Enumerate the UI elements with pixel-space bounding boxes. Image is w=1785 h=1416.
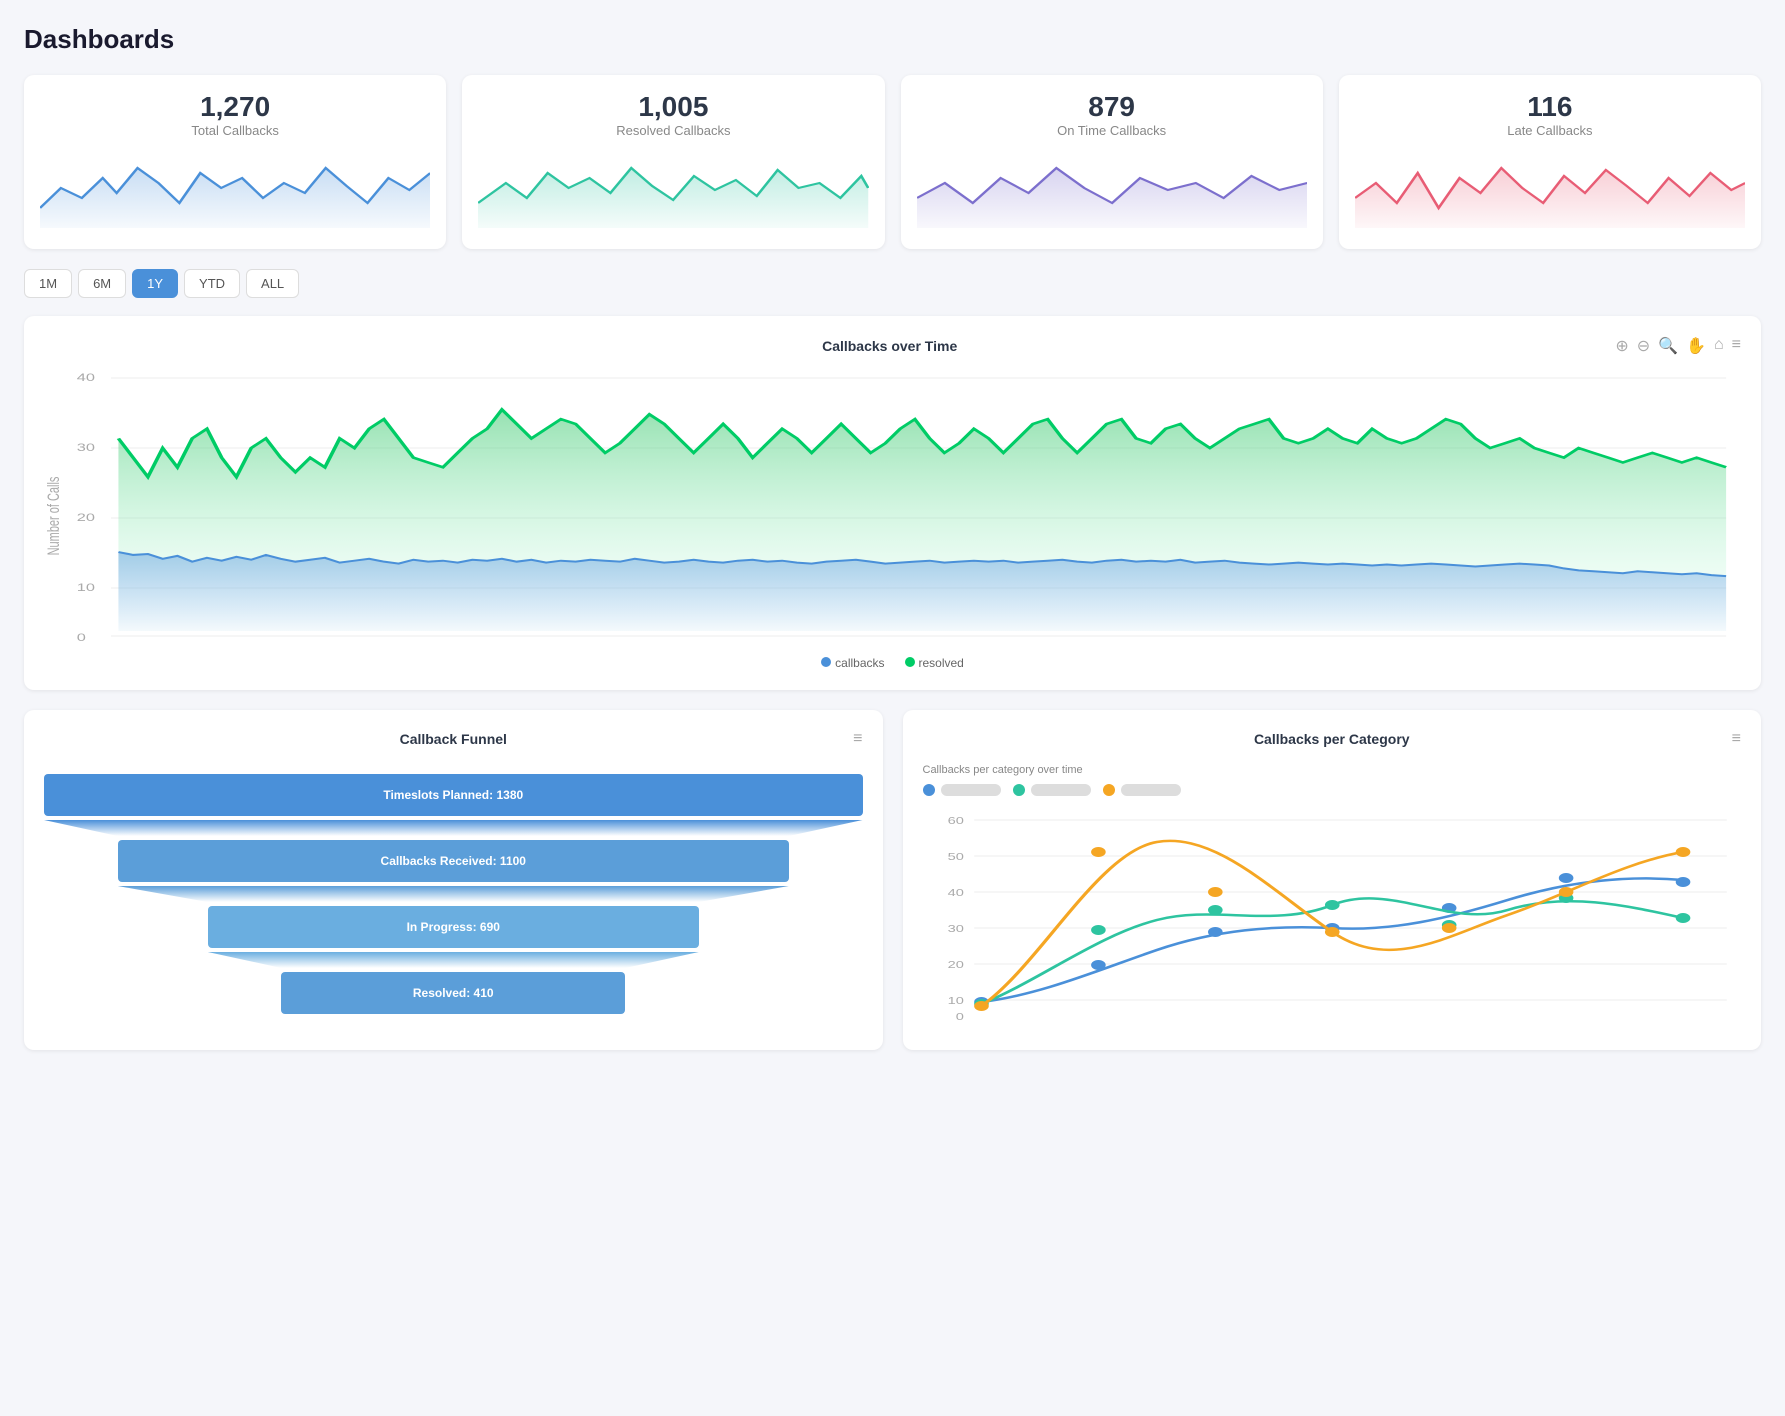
stat-card-resolved: 1,005 Resolved Callbacks bbox=[462, 75, 884, 249]
stat-label-total: Total Callbacks bbox=[40, 123, 430, 138]
stat-number-resolved: 1,005 bbox=[478, 91, 868, 123]
funnel-chart: Timeslots Planned: 1380 Callbacks Receive… bbox=[44, 764, 863, 1024]
mini-chart-ontime bbox=[917, 148, 1307, 228]
funnel-connector-wrap-1 bbox=[44, 886, 863, 902]
main-chart-card: Callbacks over Time ⊕ ⊖ 🔍 ✋ ⌂ ≡ 40 bbox=[24, 316, 1761, 690]
funnel-connector-wrap-0 bbox=[44, 820, 863, 836]
zoom-out-icon[interactable]: ⊖ bbox=[1637, 336, 1650, 356]
svg-text:40: 40 bbox=[77, 371, 95, 384]
svg-text:0: 0 bbox=[77, 631, 86, 644]
funnel-connector-1 bbox=[118, 886, 789, 902]
stat-label-resolved: Resolved Callbacks bbox=[478, 123, 868, 138]
svg-text:20: 20 bbox=[947, 959, 963, 970]
svg-text:30: 30 bbox=[77, 441, 95, 454]
legend-resolved-label: resolved bbox=[919, 656, 964, 670]
chart-toolbar: ⊕ ⊖ 🔍 ✋ ⌂ ≡ bbox=[1615, 336, 1741, 356]
stat-card-late: 116 Late Callbacks bbox=[1339, 75, 1761, 249]
category-chart: 60 50 40 30 20 10 0 bbox=[923, 810, 1742, 1030]
svg-text:Number of Calls: Number of Calls bbox=[44, 477, 62, 556]
svg-text:0: 0 bbox=[955, 1011, 963, 1022]
funnel-connector-wrap-2 bbox=[44, 952, 863, 968]
funnel-header: Callback Funnel ≡ bbox=[44, 730, 863, 748]
stat-number-ontime: 879 bbox=[917, 91, 1307, 123]
funnel-bar-label-0: Timeslots Planned: 1380 bbox=[44, 774, 863, 816]
funnel-connector-0 bbox=[44, 820, 863, 836]
time-filter-row: 1M6M1YYTDALL bbox=[24, 269, 1761, 298]
chart-legend: callbacks resolved bbox=[44, 656, 1741, 670]
stat-label-ontime: On Time Callbacks bbox=[917, 123, 1307, 138]
time-filter-1y[interactable]: 1Y bbox=[132, 269, 178, 298]
home-icon[interactable]: ⌂ bbox=[1714, 336, 1724, 356]
funnel-title: Callback Funnel bbox=[400, 731, 507, 747]
svg-text:20: 20 bbox=[77, 511, 95, 524]
stat-number-total: 1,270 bbox=[40, 91, 430, 123]
time-filter-6m[interactable]: 6M bbox=[78, 269, 126, 298]
svg-text:10: 10 bbox=[947, 995, 963, 1006]
mini-chart-late bbox=[1355, 148, 1745, 228]
stat-label-late: Late Callbacks bbox=[1355, 123, 1745, 138]
mini-chart-resolved bbox=[478, 148, 868, 228]
category-legend-item-1 bbox=[1013, 784, 1091, 796]
zoom-in-icon[interactable]: ⊕ bbox=[1615, 336, 1628, 356]
stat-number-late: 116 bbox=[1355, 91, 1745, 123]
search-icon[interactable]: 🔍 bbox=[1658, 336, 1678, 356]
svg-text:40: 40 bbox=[947, 887, 963, 898]
category-header: Callbacks per Category ≡ bbox=[923, 730, 1742, 748]
funnel-bar-label-1: Callbacks Received: 1100 bbox=[118, 840, 789, 882]
page-title: Dashboards bbox=[24, 24, 1761, 55]
funnel-card: Callback Funnel ≡ Timeslots Planned: 138… bbox=[24, 710, 883, 1050]
svg-text:10: 10 bbox=[77, 581, 95, 594]
bottom-row: Callback Funnel ≡ Timeslots Planned: 138… bbox=[24, 710, 1761, 1050]
funnel-bar-1: Callbacks Received: 1100 bbox=[44, 840, 863, 882]
time-filter-all[interactable]: ALL bbox=[246, 269, 299, 298]
funnel-bar-label-3: Resolved: 410 bbox=[281, 972, 625, 1014]
svg-text:60: 60 bbox=[947, 815, 963, 826]
funnel-bar-2: In Progress: 690 bbox=[44, 906, 863, 948]
funnel-menu-icon[interactable]: ≡ bbox=[853, 730, 862, 747]
stat-card-total: 1,270 Total Callbacks bbox=[24, 75, 446, 249]
funnel-bar-label-2: In Progress: 690 bbox=[208, 906, 699, 948]
menu-icon[interactable]: ≡ bbox=[1732, 336, 1741, 356]
stat-cards-row: 1,270 Total Callbacks 1,005 Resolved Cal… bbox=[24, 75, 1761, 249]
svg-text:30: 30 bbox=[947, 923, 963, 934]
pan-icon[interactable]: ✋ bbox=[1686, 336, 1706, 356]
category-legend bbox=[923, 784, 1742, 796]
category-card: Callbacks per Category ≡ Callbacks per c… bbox=[903, 710, 1762, 1050]
category-title: Callbacks per Category bbox=[1254, 731, 1410, 747]
time-filter-ytd[interactable]: YTD bbox=[184, 269, 240, 298]
main-chart-title: Callbacks over Time bbox=[164, 338, 1615, 354]
category-legend-item-2 bbox=[1103, 784, 1181, 796]
svg-text:50: 50 bbox=[947, 851, 963, 862]
mini-chart-total bbox=[40, 148, 430, 228]
category-menu-icon[interactable]: ≡ bbox=[1732, 730, 1741, 747]
stat-card-ontime: 879 On Time Callbacks bbox=[901, 75, 1323, 249]
category-subtitle: Callbacks per category over time bbox=[923, 764, 1742, 776]
funnel-bar-3: Resolved: 410 bbox=[44, 972, 863, 1014]
chart-header: Callbacks over Time ⊕ ⊖ 🔍 ✋ ⌂ ≡ bbox=[44, 336, 1741, 356]
funnel-connector-2 bbox=[208, 952, 699, 968]
legend-callbacks-label: callbacks bbox=[835, 656, 884, 670]
callbacks-over-time-chart: 40 30 20 10 0 Number of Calls bbox=[44, 366, 1741, 646]
time-filter-1m[interactable]: 1M bbox=[24, 269, 72, 298]
funnel-bar-0: Timeslots Planned: 1380 bbox=[44, 774, 863, 816]
category-legend-item-0 bbox=[923, 784, 1001, 796]
